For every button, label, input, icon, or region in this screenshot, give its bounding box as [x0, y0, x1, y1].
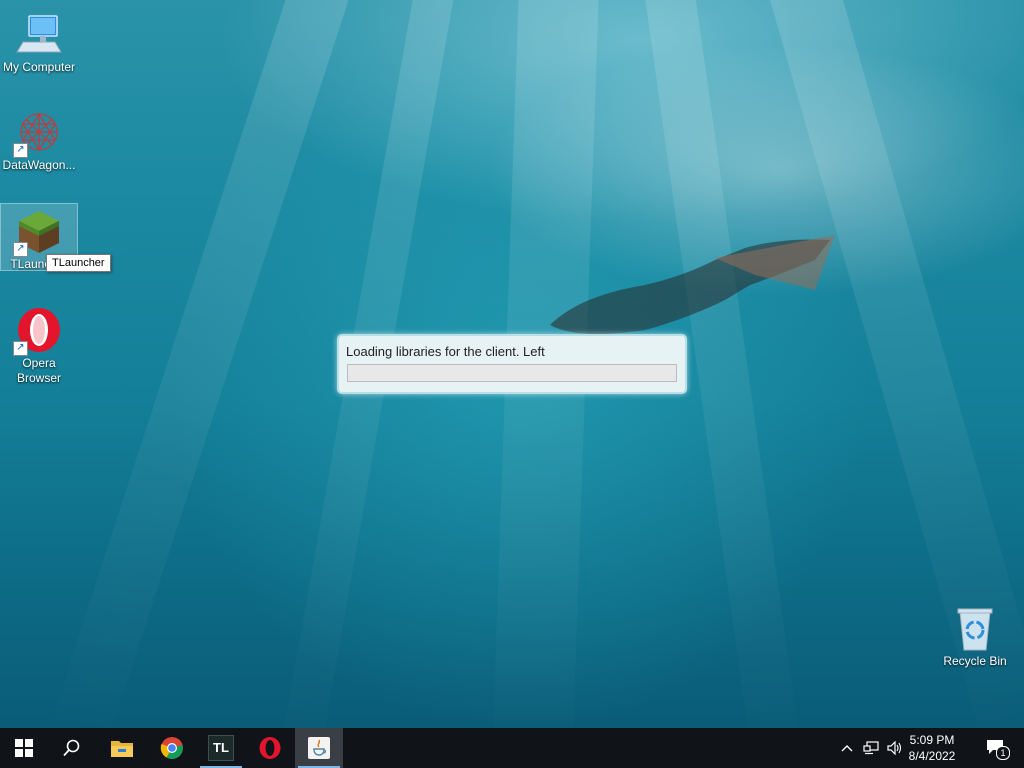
clock-time: 5:09 PM: [909, 733, 955, 747]
grass-block-icon: ↗: [13, 207, 63, 257]
desktop-icon-label: Recycle Bin: [943, 654, 1007, 668]
file-explorer-icon: [111, 741, 133, 757]
taskbar-tlauncher[interactable]: TL: [197, 728, 245, 768]
action-center-button[interactable]: 1: [976, 728, 1016, 768]
desktop[interactable]: My Computer ↗ DataWagon... ↗ TLauncher ↗…: [0, 0, 1024, 728]
search-icon: [63, 739, 80, 757]
loading-message: Loading libraries for the client. Left: [346, 344, 545, 359]
notification-count-badge: 1: [996, 746, 1010, 760]
recycle-bin-icon: [951, 604, 999, 652]
chrome-icon: [160, 737, 183, 759]
taskbar-java[interactable]: [295, 728, 343, 768]
shortcut-arrow-icon: ↗: [13, 341, 28, 356]
search-button[interactable]: [48, 728, 96, 768]
taskbar-file-explorer[interactable]: [98, 728, 146, 768]
tlauncher-tooltip: TLauncher: [46, 254, 111, 272]
shortcut-arrow-icon: ↗: [13, 143, 28, 158]
windows-start-icon: [15, 739, 33, 757]
loading-dialog: Loading libraries for the client. Left: [337, 334, 687, 394]
tlauncher-taskbar-label: TL: [213, 740, 229, 755]
desktop-icon-label: Opera Browser: [16, 356, 61, 385]
opera-icon: [259, 737, 281, 759]
datawagon-icon: ↗: [13, 108, 63, 158]
taskbar-clock[interactable]: 5:09 PM 8/4/2022: [902, 732, 962, 764]
desktop-icon-label: My Computer: [2, 60, 76, 74]
speaker-icon: [887, 741, 902, 755]
shortcut-arrow-icon: ↗: [13, 242, 28, 257]
chevron-up-icon: [841, 745, 853, 752]
desktop-icon-datawagon[interactable]: ↗ DataWagon...: [0, 102, 78, 173]
desktop-icon-label: DataWagon...: [2, 158, 76, 172]
taskbar-chrome[interactable]: [148, 728, 196, 768]
loading-progress-bar: [347, 364, 677, 382]
network-icon: [863, 741, 879, 755]
opera-icon: ↗: [13, 306, 63, 356]
computer-icon: [15, 10, 63, 58]
clock-date: 8/4/2022: [908, 749, 956, 763]
taskbar-opera[interactable]: [246, 728, 294, 768]
start-button[interactable]: [0, 728, 48, 768]
network-status[interactable]: [860, 728, 882, 768]
desktop-icon-recycle-bin[interactable]: Recycle Bin: [936, 598, 1014, 669]
tlauncher-icon: TL: [208, 735, 234, 761]
tray-overflow-button[interactable]: [836, 728, 858, 768]
desktop-icon-my-computer[interactable]: My Computer: [0, 4, 78, 75]
swimmer-silhouette: [550, 235, 835, 335]
taskbar: TL 5:09 PM 8/4/2022 1: [0, 728, 1024, 768]
desktop-icon-opera[interactable]: ↗ Opera Browser: [0, 300, 78, 386]
java-icon: [308, 737, 330, 759]
